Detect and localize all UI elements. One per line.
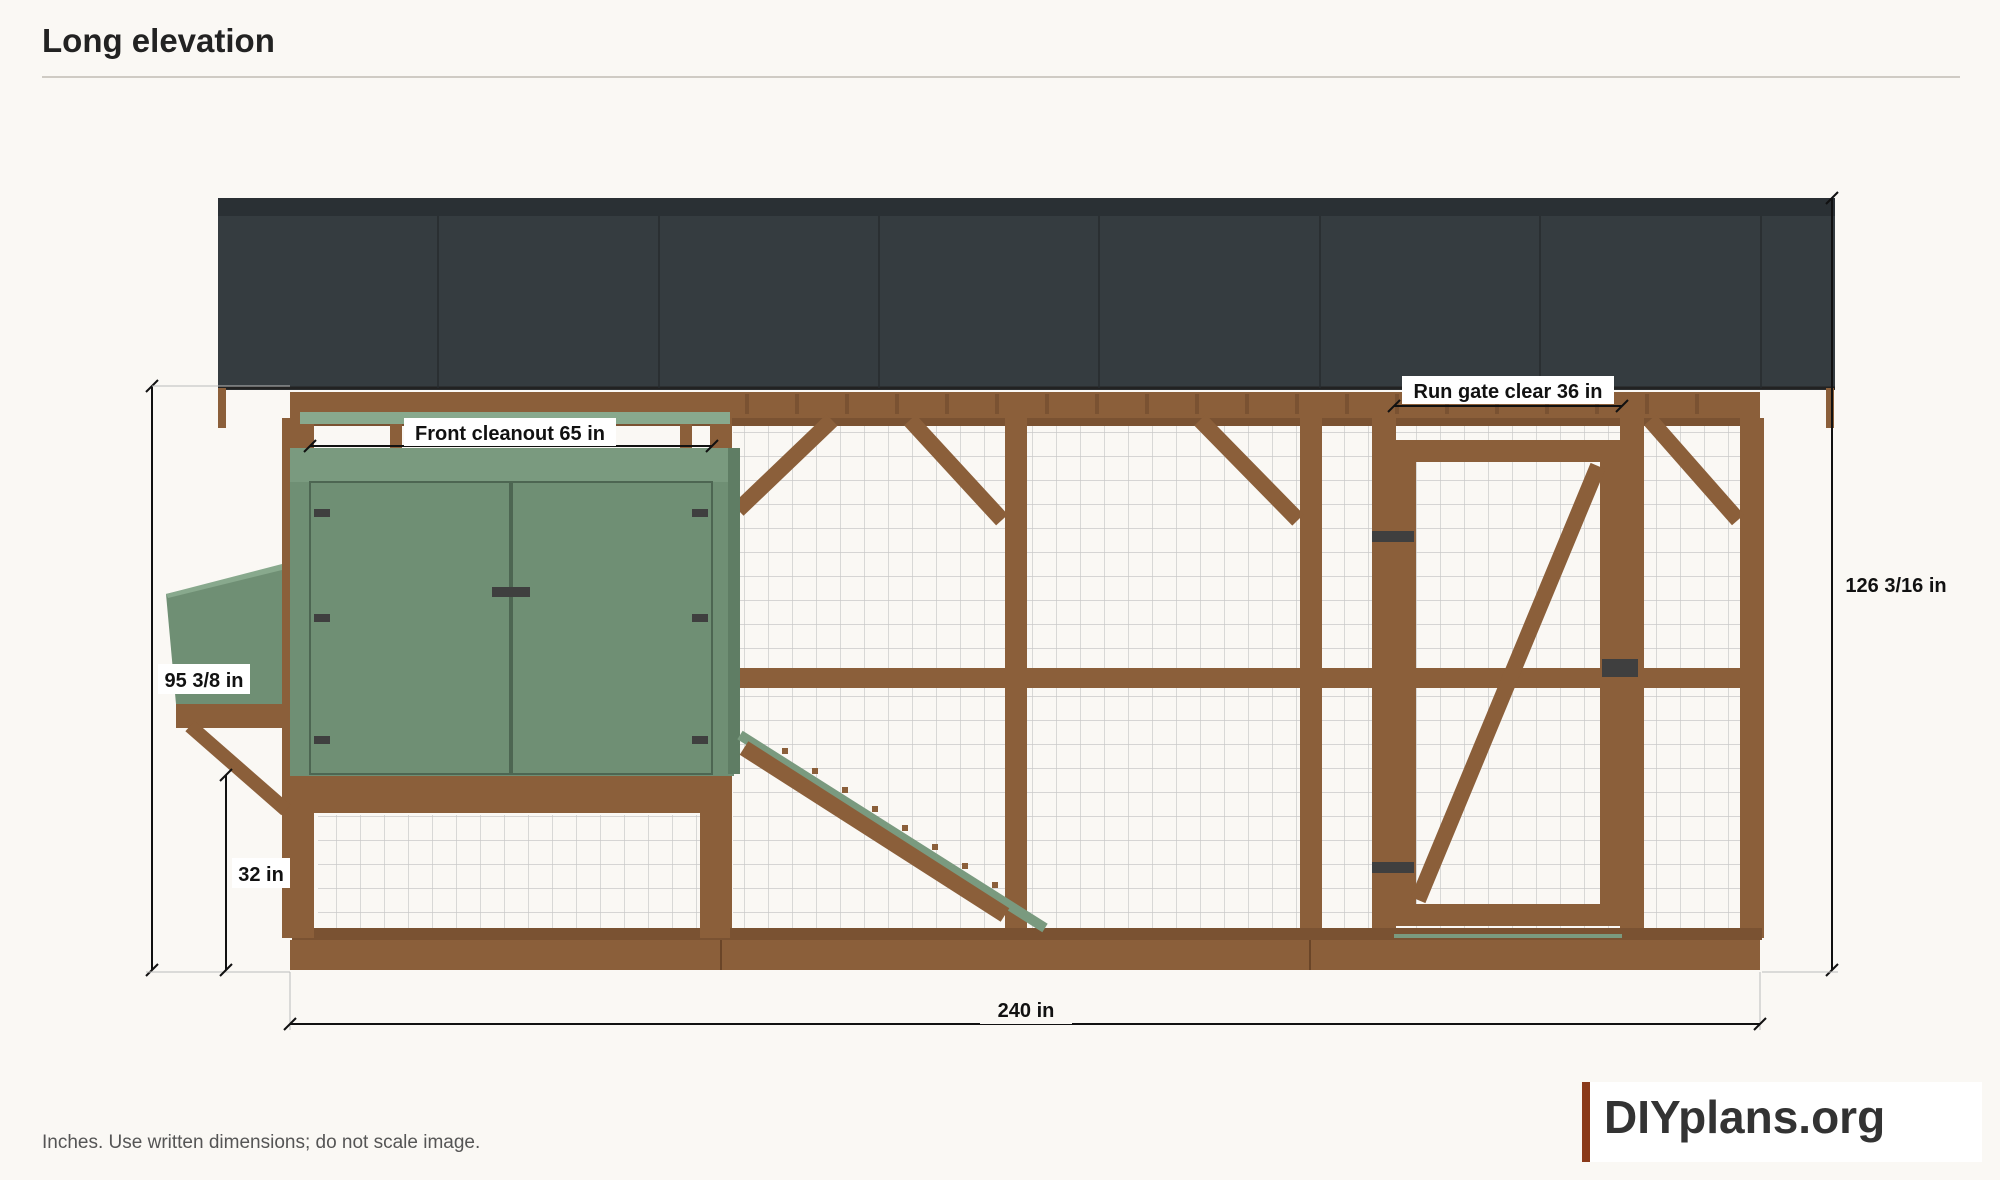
run-gate-label: Run gate clear 36 in [1414,381,1603,403]
logo-accent-bar [1582,1082,1590,1162]
logo-text: DIYplans.org [1604,1091,1886,1143]
coop-height-label: 95 3/8 in [165,670,244,692]
cleanout-doors [309,481,713,775]
floor-height-label: 32 in [238,864,284,886]
door-latch-icon [492,587,530,597]
brand-logo: DIYplans.org [1582,1082,1982,1162]
front-cleanout-label: Front cleanout 65 in [415,423,605,445]
elevation-drawing: Front cleanout 65 in Run gate clear 36 i… [145,191,1960,1031]
overall-height-label: 126 3/16 in [1845,575,1946,597]
scale-footnote: Inches. Use written dimensions; do not s… [42,1132,481,1153]
roof [218,198,1835,390]
overall-length-label: 240 in [998,1000,1055,1022]
gate-latch-icon [1602,659,1638,677]
